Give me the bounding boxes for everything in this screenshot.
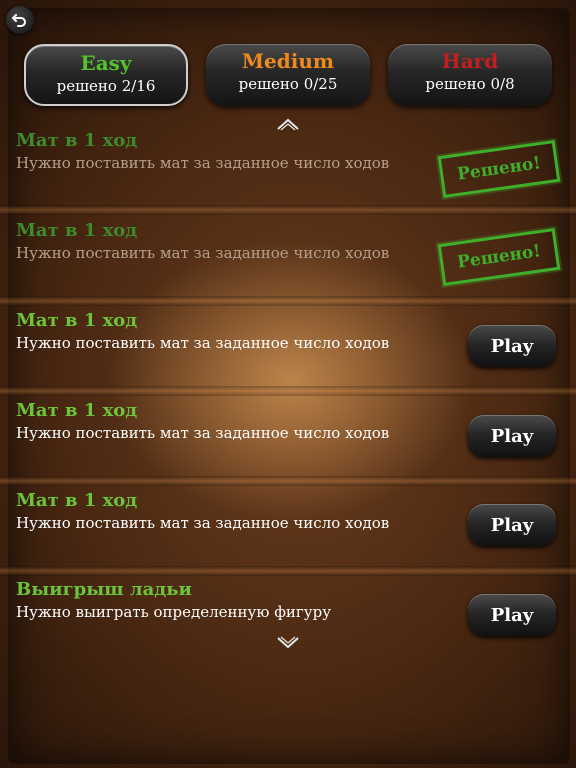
puzzle-description: Нужно поставить мат за заданное число хо… xyxy=(16,244,390,262)
chevron-up-icon[interactable] xyxy=(276,117,300,131)
puzzle-title: Мат в 1 ход xyxy=(16,400,138,421)
back-button[interactable] xyxy=(6,6,34,34)
puzzle-row-4: Мат в 1 ход Нужно поставить мат за задан… xyxy=(0,400,576,480)
tab-easy-progress: решено 2/16 xyxy=(56,77,156,95)
solved-stamp: Решено! xyxy=(437,227,561,287)
puzzle-title: Мат в 1 ход xyxy=(16,310,138,331)
puzzle-row-2: Мат в 1 ход Нужно поставить мат за задан… xyxy=(0,220,576,300)
solved-stamp: Решено! xyxy=(437,139,561,199)
puzzle-description: Нужно поставить мат за заданное число хо… xyxy=(16,154,390,172)
puzzle-description: Нужно поставить мат за заданное число хо… xyxy=(16,424,390,442)
puzzle-title: Мат в 1 ход xyxy=(16,490,138,511)
puzzle-row-1: Мат в 1 ход Нужно поставить мат за задан… xyxy=(0,130,576,210)
chevron-down-icon[interactable] xyxy=(276,636,300,650)
tab-medium-progress: решено 0/25 xyxy=(238,75,338,93)
difficulty-tabs: Easy решено 2/16 Medium решено 0/25 Hard… xyxy=(24,44,552,108)
tab-hard-label: Hard xyxy=(441,49,499,73)
puzzle-row-5: Мат в 1 ход Нужно поставить мат за задан… xyxy=(0,490,576,570)
puzzle-title: Выигрыш ладьи xyxy=(16,579,192,600)
tab-easy-label: Easy xyxy=(80,51,132,75)
tab-hard[interactable]: Hard решено 0/8 xyxy=(388,44,552,106)
tab-hard-progress: решено 0/8 xyxy=(425,75,515,93)
play-button[interactable]: Play xyxy=(468,504,556,546)
puzzle-title: Мат в 1 ход xyxy=(16,130,138,151)
play-button[interactable]: Play xyxy=(468,415,556,457)
puzzle-description: Нужно поставить мат за заданное число хо… xyxy=(16,514,390,532)
puzzle-description: Нужно поставить мат за заданное число хо… xyxy=(16,334,390,352)
puzzle-description: Нужно выиграть определенную фигуру xyxy=(16,603,332,621)
back-arrow-icon xyxy=(12,14,26,27)
tab-medium[interactable]: Medium решено 0/25 xyxy=(206,44,370,106)
play-button[interactable]: Play xyxy=(468,594,556,636)
puzzle-title: Мат в 1 ход xyxy=(16,220,138,241)
tab-easy[interactable]: Easy решено 2/16 xyxy=(24,44,188,106)
puzzle-row-3: Мат в 1 ход Нужно поставить мат за задан… xyxy=(0,310,576,390)
play-button[interactable]: Play xyxy=(468,325,556,367)
tab-medium-label: Medium xyxy=(241,49,335,73)
